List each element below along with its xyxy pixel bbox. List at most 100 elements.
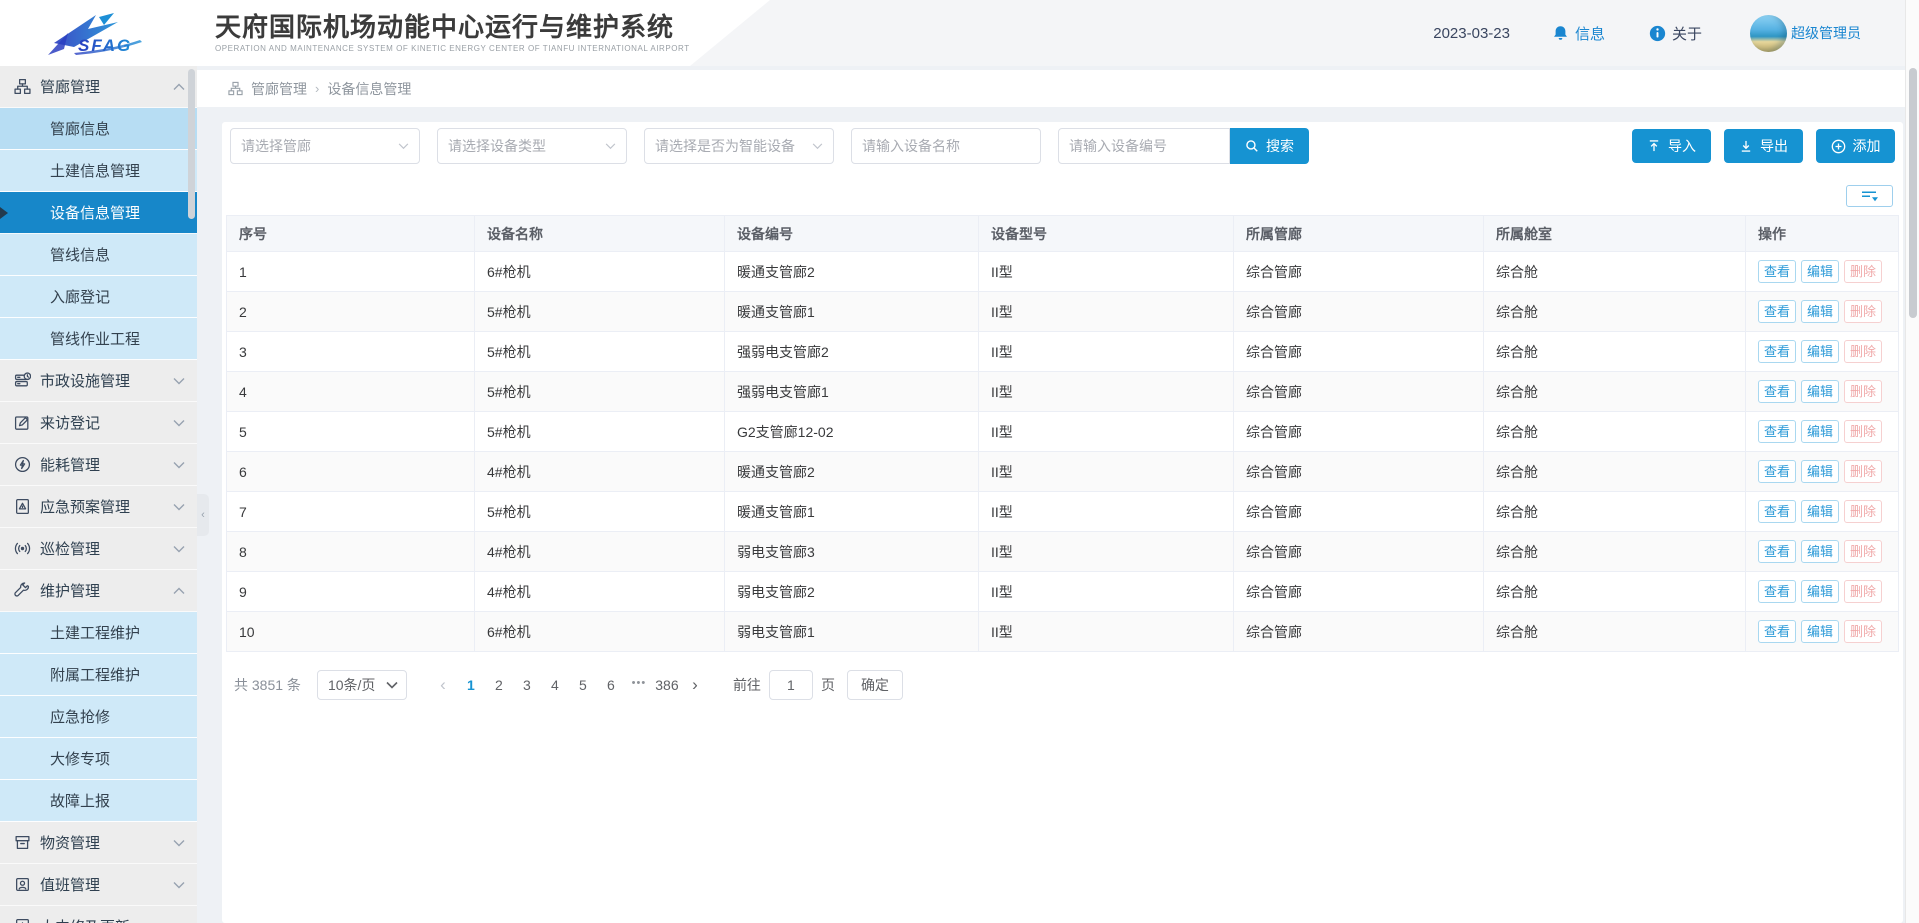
import-button[interactable]: 导入 xyxy=(1632,129,1711,163)
messages-link[interactable]: 信息 xyxy=(1552,23,1605,44)
view-button[interactable]: 查看 xyxy=(1758,500,1796,524)
search-button[interactable]: 搜索 xyxy=(1230,128,1309,164)
delete-button[interactable]: 删除 xyxy=(1844,260,1882,284)
page-number-3[interactable]: 3 xyxy=(513,677,541,693)
view-button[interactable]: 查看 xyxy=(1758,580,1796,604)
delete-button[interactable]: 删除 xyxy=(1844,580,1882,604)
page-size-select[interactable]: 10条/页 xyxy=(317,670,407,700)
delete-button[interactable]: 删除 xyxy=(1844,620,1882,644)
sidebar-item-duty-management[interactable]: 值班管理 xyxy=(0,864,197,906)
sidebar-subitem-label: 附属工程维护 xyxy=(50,664,140,685)
sidebar-item-materials-management[interactable]: 物资管理 xyxy=(0,822,197,864)
prev-page-button[interactable]: ‹ xyxy=(429,675,457,695)
view-button[interactable]: 查看 xyxy=(1758,300,1796,324)
page-number-6[interactable]: 6 xyxy=(597,677,625,693)
add-button[interactable]: 添加 xyxy=(1816,129,1895,163)
delete-button[interactable]: 删除 xyxy=(1844,540,1882,564)
user-avatar[interactable] xyxy=(1750,15,1787,52)
cell-code: 强弱电支管廊2 xyxy=(725,332,979,372)
delete-button[interactable]: 删除 xyxy=(1844,420,1882,444)
chevron-down-icon xyxy=(173,419,185,427)
edit-button[interactable]: 编辑 xyxy=(1801,260,1839,284)
about-label: 关于 xyxy=(1672,23,1702,44)
edit-button[interactable]: 编辑 xyxy=(1801,540,1839,564)
view-button[interactable]: 查看 xyxy=(1758,340,1796,364)
about-link[interactable]: 关于 xyxy=(1649,23,1702,44)
sidebar-item-label: 巡检管理 xyxy=(40,538,173,559)
smart-device-select[interactable]: 请选择是否为智能设备 xyxy=(644,128,834,164)
edit-button[interactable]: 编辑 xyxy=(1801,300,1839,324)
page-scrollbar-thumb[interactable] xyxy=(1909,68,1917,318)
view-button[interactable]: 查看 xyxy=(1758,460,1796,484)
edit-button[interactable]: 编辑 xyxy=(1801,340,1839,364)
sidebar-item-corridor-info[interactable]: 管廊信息 xyxy=(0,108,197,150)
sidebar-scrollbar-thumb[interactable] xyxy=(188,69,195,219)
chevron-up-icon xyxy=(173,83,185,91)
view-button[interactable]: 查看 xyxy=(1758,260,1796,284)
energy-icon xyxy=(14,456,31,473)
delete-button[interactable]: 删除 xyxy=(1844,460,1882,484)
next-page-button[interactable]: › xyxy=(681,675,709,695)
user-menu[interactable]: 超级管理员 xyxy=(1750,15,1861,52)
device-name-input[interactable] xyxy=(862,138,1030,154)
sidebar-item-fault-report[interactable]: 故障上报 xyxy=(0,780,197,822)
page-number-4[interactable]: 4 xyxy=(541,677,569,693)
page-scrollbar[interactable] xyxy=(1905,0,1919,923)
delete-button[interactable]: 删除 xyxy=(1844,300,1882,324)
sidebar-item-civil-maintenance[interactable]: 土建工程维护 xyxy=(0,612,197,654)
sidebar-item-pipeline-info[interactable]: 管线信息 xyxy=(0,234,197,276)
sidebar-item-ancillary-maintenance[interactable]: 附属工程维护 xyxy=(0,654,197,696)
column-header: 设备编号 xyxy=(725,216,979,252)
page-number-2[interactable]: 2 xyxy=(485,677,513,693)
chevron-down-icon xyxy=(605,143,616,150)
column-settings-button[interactable] xyxy=(1846,185,1893,207)
delete-button[interactable]: 删除 xyxy=(1844,340,1882,364)
sidebar-item-municipal-facilities[interactable]: 市政设施管理 xyxy=(0,360,197,402)
goto-confirm-button[interactable]: 确定 xyxy=(847,670,903,700)
cell-corridor: 综合管廊 xyxy=(1234,452,1484,492)
device-code-input[interactable] xyxy=(1069,138,1219,154)
sidebar-item-maintenance-management[interactable]: 维护管理 xyxy=(0,570,197,612)
sidebar-item-overhaul-special[interactable]: 大修专项 xyxy=(0,738,197,780)
table-row: 45#枪机强弱电支管廊1II型综合管廊综合舱查看编辑删除 xyxy=(227,372,1899,412)
sidebar-item-major-overhaul-update[interactable]: 大中修及更新 xyxy=(0,906,197,923)
cell-name: 6#枪机 xyxy=(475,612,725,652)
view-button[interactable]: 查看 xyxy=(1758,540,1796,564)
delete-button[interactable]: 删除 xyxy=(1844,380,1882,404)
cell-cabin: 综合舱 xyxy=(1484,372,1746,412)
app-logo: SFAG xyxy=(0,9,215,57)
delete-button[interactable]: 删除 xyxy=(1844,500,1882,524)
page-number-386[interactable]: 386 xyxy=(653,677,681,693)
edit-button[interactable]: 编辑 xyxy=(1801,420,1839,444)
sidebar-item-civil-info[interactable]: 土建信息管理 xyxy=(0,150,197,192)
goto-page-input[interactable] xyxy=(769,670,813,700)
export-button[interactable]: 导出 xyxy=(1724,129,1803,163)
chevron-down-icon xyxy=(386,681,398,689)
sidebar-item-equipment-info[interactable]: 设备信息管理 xyxy=(0,192,197,234)
sidebar-item-corridor-management[interactable]: 管廊管理 xyxy=(0,66,197,108)
view-button[interactable]: 查看 xyxy=(1758,380,1796,404)
page-ellipsis[interactable]: ••• xyxy=(625,677,653,693)
sidebar-item-entry-registration[interactable]: 入廊登记 xyxy=(0,276,197,318)
edit-button[interactable]: 编辑 xyxy=(1801,580,1839,604)
view-button[interactable]: 查看 xyxy=(1758,620,1796,644)
sidebar-collapse-handle[interactable]: ‹ xyxy=(197,494,209,536)
breadcrumb-section[interactable]: 管廊管理 xyxy=(227,79,307,99)
page-numbers: 123456•••386 xyxy=(457,677,681,693)
page-number-5[interactable]: 5 xyxy=(569,677,597,693)
corridor-select[interactable]: 请选择管廊 xyxy=(230,128,420,164)
edit-button[interactable]: 编辑 xyxy=(1801,460,1839,484)
sidebar-item-pipeline-works[interactable]: 管线作业工程 xyxy=(0,318,197,360)
cell-corridor: 综合管廊 xyxy=(1234,292,1484,332)
sidebar-item-emergency-plan[interactable]: 应急预案管理 xyxy=(0,486,197,528)
sidebar-item-inspection-management[interactable]: 巡检管理 xyxy=(0,528,197,570)
view-button[interactable]: 查看 xyxy=(1758,420,1796,444)
edit-button[interactable]: 编辑 xyxy=(1801,500,1839,524)
page-number-1[interactable]: 1 xyxy=(457,677,485,693)
sidebar-item-energy-management[interactable]: 能耗管理 xyxy=(0,444,197,486)
device-type-select[interactable]: 请选择设备类型 xyxy=(437,128,627,164)
sidebar-item-emergency-repair[interactable]: 应急抢修 xyxy=(0,696,197,738)
edit-button[interactable]: 编辑 xyxy=(1801,380,1839,404)
sidebar-item-visitor-registration[interactable]: 来访登记 xyxy=(0,402,197,444)
edit-button[interactable]: 编辑 xyxy=(1801,620,1839,644)
